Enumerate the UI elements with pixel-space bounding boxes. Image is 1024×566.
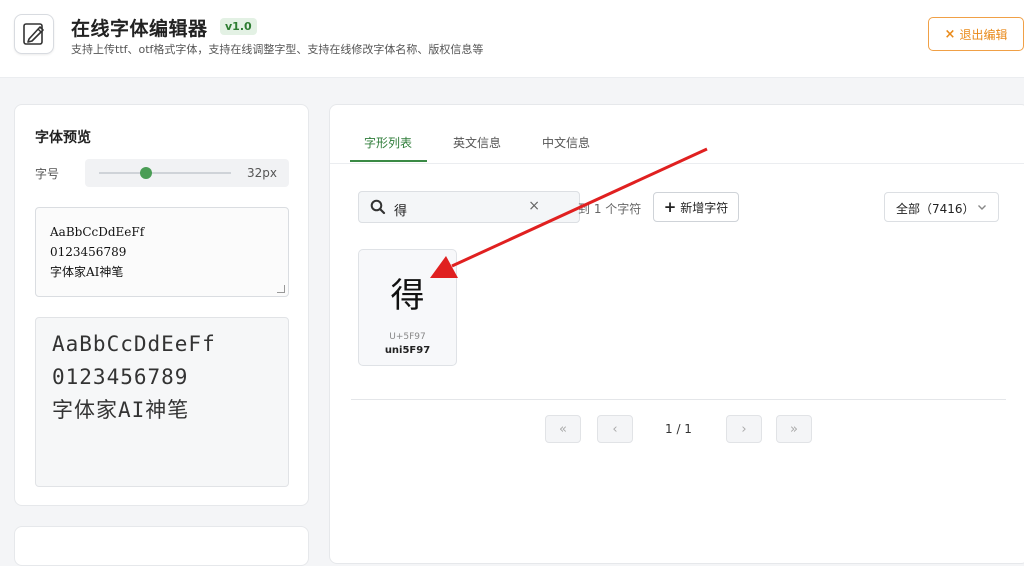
glyph-filter-select[interactable]: 全部（7416） [884,192,999,222]
input-line: AaBbCcDdEeFf [50,225,145,239]
tab-bar: 字形列表 英文信息 中文信息 [330,105,1024,164]
prev-page-button[interactable]: ‹ [597,415,633,443]
resize-handle[interactable] [277,285,285,293]
preview-line: 0123456789 [52,365,189,389]
close-icon: × [944,26,956,42]
glyph-editor-panel: 字形列表 英文信息 中文信息 得 × 到 1 个字符 + 新增字符 全部（741… [329,104,1024,564]
glyph-character: 得 [390,276,425,316]
font-size-slider-handle[interactable] [140,167,152,179]
tab-glyph-list[interactable]: 字形列表 [364,134,412,151]
glyph-unicode: U+5F97 [389,332,426,342]
page-indicator: 1 / 1 [665,422,692,436]
chevron-down-icon [978,205,986,210]
secondary-panel [14,526,309,566]
version-badge: v1.0 [220,18,257,35]
search-icon [370,199,386,215]
search-query: 得 [394,204,408,219]
last-page-button[interactable]: » [776,415,812,443]
input-line: 字体家AI神笔 [50,265,124,279]
glyph-card[interactable]: 得 U+5F97 uni5F97 [358,249,457,366]
app-logo [14,14,54,54]
app-subtitle: 支持上传ttf、otf格式字体，支持在线调整字型、支持在线修改字体名称、版权信息… [71,43,484,56]
font-size-slider-track[interactable] [99,172,231,174]
font-size-label: 字号 [35,167,60,181]
clear-search-icon[interactable]: × [528,198,540,214]
next-page-button[interactable]: › [726,415,762,443]
divider [351,399,1006,400]
app-title: 在线字体编辑器 [71,18,208,40]
plus-icon: + [663,198,677,216]
active-tab-indicator [350,160,427,162]
font-size-value: 32px [247,166,277,180]
font-size-slider-box: 32px [85,159,289,187]
panel-title: 字体预览 [35,130,91,146]
filter-selected-value: 全部（7416） [896,202,975,216]
preview-line: 字体家AI神笔 [52,398,190,422]
add-glyph-button[interactable]: + 新增字符 [653,192,739,222]
glyph-name: uni5F97 [384,345,431,356]
preview-text-input[interactable]: AaBbCcDdEeFf 0123456789 字体家AI神笔 [35,207,289,297]
input-line: 0123456789 [50,245,127,259]
app-header: 在线字体编辑器 v1.0 支持上传ttf、otf格式字体，支持在线调整字型、支持… [0,0,1024,78]
preview-line: AaBbCcDdEeFf [52,332,216,356]
exit-edit-label: 退出编辑 [959,27,1008,42]
match-count: 到 1 个字符 [578,202,642,216]
exit-edit-button[interactable]: × 退出编辑 [928,17,1024,51]
tab-chinese-info[interactable]: 中文信息 [542,134,590,151]
font-preview-panel: 字体预览 字号 32px AaBbCcDdEeFf 0123456789 字体家… [14,104,309,506]
tab-english-info[interactable]: 英文信息 [453,134,501,151]
add-glyph-label: 新增字符 [680,200,729,215]
first-page-button[interactable]: « [545,415,581,443]
font-preview-output: AaBbCcDdEeFf 0123456789 字体家AI神笔 [35,317,289,487]
glyph-search-input[interactable]: 得 × [358,191,580,223]
pen-edit-icon [23,23,44,45]
